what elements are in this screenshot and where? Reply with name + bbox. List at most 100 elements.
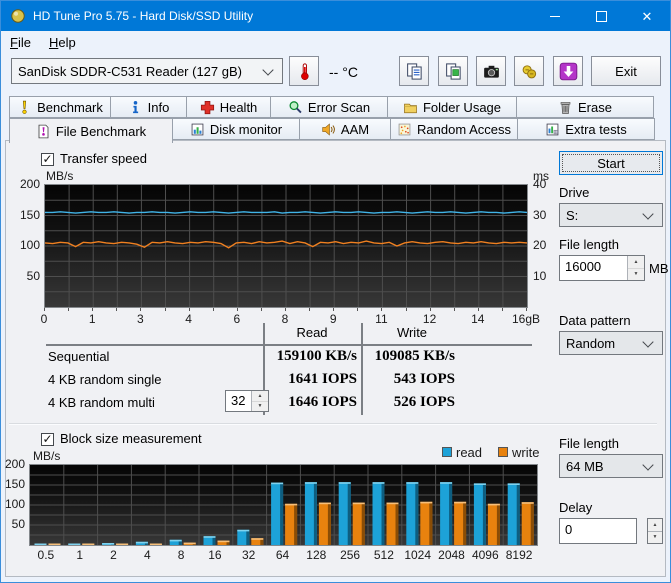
transfer-speed-chart (44, 184, 528, 308)
file-length-spinbox[interactable]: 16000 ▲ ▼ (559, 255, 645, 281)
queue-depth-spinbox[interactable]: 32 ▲ ▼ (225, 390, 269, 412)
temperature-button[interactable] (289, 56, 319, 86)
column-header-write: Write (396, 325, 428, 340)
start-button[interactable]: Start (559, 151, 663, 175)
screenshot-button[interactable] (476, 56, 506, 86)
copy-text-icon (405, 62, 424, 81)
tab-file-benchmark[interactable]: File Benchmark (9, 118, 173, 143)
row-label: Sequential (48, 349, 110, 364)
update-icon (559, 62, 578, 81)
queue-depth-spin-down[interactable]: ▼ (252, 401, 268, 411)
file-length-spin-up[interactable]: ▲ (628, 256, 644, 269)
tab-benchmark[interactable]: Benchmark (9, 96, 111, 118)
y-tick-left: 100 (19, 238, 40, 252)
app-window: HD Tune Pro 5.75 - Hard Disk/SSD Utility… (0, 0, 671, 583)
y-tick-left: 50 (11, 517, 25, 531)
menu-bar: File Help (1, 31, 670, 53)
tab-row-main: Benchmark Info Health Error Scan Folder Usag… (9, 96, 654, 118)
tab-erase[interactable]: Erase (516, 96, 654, 118)
options-button[interactable] (514, 56, 544, 86)
tab-health[interactable]: Health (186, 96, 271, 118)
copy-image-button[interactable] (438, 56, 468, 86)
tab-label: Erase (578, 99, 612, 115)
read-value: 1641 IOPS (288, 371, 357, 387)
y-tick-left: 150 (19, 207, 40, 222)
tab-aam[interactable]: AAM (299, 118, 391, 140)
x-tick-label: 1024 (404, 548, 432, 562)
trash-icon (558, 100, 573, 115)
legend-label: read (456, 445, 483, 460)
tab-label: File Benchmark (55, 123, 147, 139)
tab-folder-usage[interactable]: Folder Usage (387, 96, 517, 118)
options-icon (520, 62, 539, 81)
copy-image-icon (444, 62, 463, 81)
x-tick-label: 32 (242, 548, 256, 562)
data-pattern-label: Data pattern (559, 313, 631, 328)
drive-select[interactable]: S: (559, 203, 663, 227)
file-length-spin-down[interactable]: ▼ (628, 268, 644, 280)
tab-error-scan[interactable]: Error Scan (270, 96, 388, 118)
tab-random-access[interactable]: Random Access (390, 118, 518, 140)
y-tick-left: 100 (4, 497, 25, 511)
block-file-length-value: 64 MB (566, 458, 604, 474)
chevron-down-icon (642, 207, 654, 220)
write-value: 109085 KB/s (374, 348, 455, 364)
y-tick-right: 40 (533, 177, 547, 191)
column-separator (361, 323, 363, 415)
tab-label: Random Access (417, 121, 511, 137)
device-selector[interactable]: SanDisk SDDR-C531 Reader (127 gB) (11, 58, 283, 84)
block-file-length-label: File length (559, 436, 619, 451)
menu-file[interactable]: File (1, 32, 40, 53)
queue-depth-spin-up[interactable]: ▲ (252, 391, 268, 402)
column-header-read: Read (296, 325, 328, 340)
x-tick-label: 4096 (471, 548, 499, 562)
x-tick-label: 128 (306, 548, 327, 562)
block-size-checkbox[interactable]: ✓ (41, 433, 54, 446)
screenshot-icon (482, 62, 501, 81)
legend-swatch-read (442, 447, 452, 457)
x-tick-label: 8192 (505, 548, 533, 562)
minimize-button[interactable] (532, 1, 578, 31)
chevron-down-icon (642, 458, 654, 471)
data-pattern-value: Random (566, 335, 616, 351)
delay-spinner[interactable]: ▲ ▼ (647, 518, 663, 544)
x-tick-label: 2 (110, 548, 117, 562)
minimize-icon (550, 15, 560, 17)
tab-info[interactable]: Info (110, 96, 187, 118)
y-tick-left: 150 (4, 477, 25, 491)
close-icon: ✕ (641, 8, 653, 24)
temperature-value: -- °C (329, 64, 358, 80)
file-length-label: File length (559, 237, 619, 252)
x-tick-label: 16 (208, 548, 222, 562)
tab-label: Extra tests (565, 121, 627, 137)
info-icon (128, 100, 143, 115)
copy-text-button[interactable] (399, 56, 429, 86)
legend-label: write (512, 445, 540, 460)
tab-label: Benchmark (37, 99, 103, 115)
x-tick-label: 2048 (438, 548, 465, 562)
delay-input[interactable]: 0 (559, 518, 637, 544)
block-file-length-select[interactable]: 64 MB (559, 454, 663, 478)
exit-button[interactable]: Exit (591, 56, 661, 86)
tab-extra-tests[interactable]: Extra tests (517, 118, 655, 140)
data-pattern-select[interactable]: Random (559, 331, 663, 355)
tab-label: Folder Usage (422, 99, 502, 115)
transfer-speed-checkbox[interactable]: ✓ (41, 153, 54, 166)
delay-spin-up[interactable]: ▲ (648, 519, 662, 532)
update-button[interactable] (553, 56, 583, 86)
queue-depth-spin-buttons: ▲ ▼ (251, 391, 268, 411)
results-table: Read Write Sequential 159100 KB/s 109085 KB/… (46, 323, 536, 418)
close-button[interactable]: ✕ (624, 1, 670, 31)
read-value: 1646 IOPS (288, 394, 357, 410)
y-tick-right: 20 (533, 238, 547, 252)
menu-help[interactable]: Help (40, 32, 85, 53)
legend-swatch-write (498, 447, 508, 457)
write-value: 526 IOPS (393, 394, 455, 410)
delay-spin-down[interactable]: ▼ (648, 532, 662, 544)
file-benchmark-icon (36, 124, 51, 139)
block-size-chart (29, 464, 538, 546)
drive-value: S: (566, 207, 579, 223)
maximize-button[interactable] (578, 1, 624, 31)
tab-disk-monitor[interactable]: Disk monitor (172, 118, 300, 140)
maximize-icon (595, 10, 607, 22)
